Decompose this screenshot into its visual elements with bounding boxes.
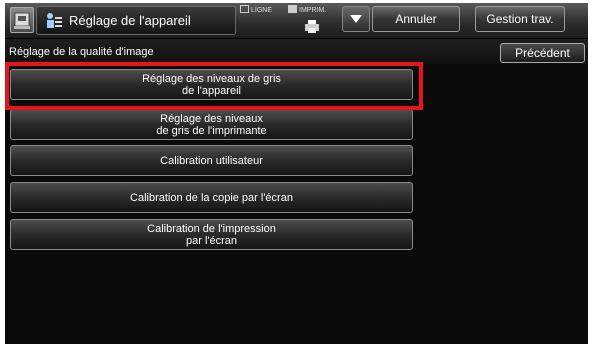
settings-icon <box>47 13 62 28</box>
job-status-button[interactable]: Gestion trav. <box>475 6 565 32</box>
line-status-label: LIGNE <box>251 7 273 14</box>
cancel-button[interactable]: Annuler <box>372 6 460 32</box>
mode-title: Réglage de l'appareil <box>69 13 191 28</box>
dropdown-button[interactable] <box>342 6 370 32</box>
printer-icon <box>305 20 319 33</box>
subheader-bar: Réglage de la qualité d'image Précédent <box>5 39 588 64</box>
print-status-label: IMPRIM. <box>299 7 327 14</box>
back-button[interactable]: Précédent <box>500 43 585 63</box>
device-screen: Réglage de l'appareil LIGNE IMPRIM. Annu… <box>5 3 588 344</box>
menu-item-printer-gray-adjust[interactable]: Réglage des niveaux de gris de l'imprima… <box>10 109 413 140</box>
mode-title-box: Réglage de l'appareil <box>36 6 236 35</box>
print-status-indicator-icon <box>288 5 297 13</box>
menu-item-device-gray-adjust[interactable]: Réglage des niveaux de gris de l'apparei… <box>10 69 413 100</box>
page-title: Réglage de la qualité d'image <box>9 46 154 58</box>
menu-item-copy-screen-calibration[interactable]: Calibration de la copie par l'écran <box>10 182 413 213</box>
menu-item-user-calibration[interactable]: Calibration utilisateur <box>10 145 413 176</box>
print-status: IMPRIM. <box>288 5 326 15</box>
chevron-down-icon <box>350 15 362 23</box>
line-status-indicator-icon <box>240 5 249 13</box>
menu-item-print-screen-calibration[interactable]: Calibration de l'impression par l'écran <box>10 219 413 250</box>
line-status: LIGNE <box>240 5 272 15</box>
home-icon[interactable] <box>10 7 34 33</box>
header-bar: Réglage de l'appareil LIGNE IMPRIM. Annu… <box>5 3 588 39</box>
